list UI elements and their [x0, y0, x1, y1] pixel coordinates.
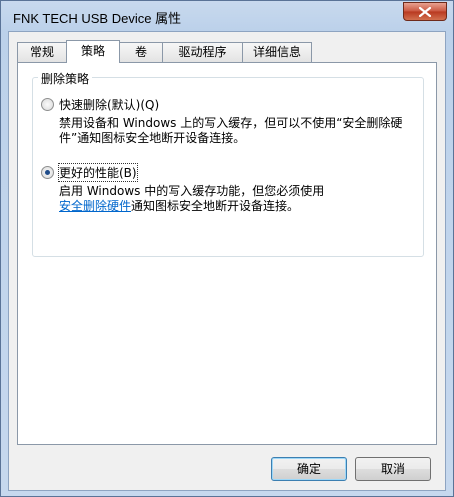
removal-policy-group: 删除策略 快速删除(默认)(Q) 禁用设备和 Windows 上的写入缓存，但可… [32, 70, 424, 257]
tab-details[interactable]: 详细信息 [242, 42, 312, 62]
properties-window: FNK TECH USB Device 属性 常规 策略 卷 驱动程序 详细信息… [0, 0, 454, 497]
policies-panel: 删除策略 快速删除(默认)(Q) 禁用设备和 Windows 上的写入缓存，但可… [17, 62, 437, 445]
better-performance-radio[interactable] [41, 166, 54, 179]
close-icon [419, 6, 431, 17]
better-performance-description: 启用 Windows 中的写入缓存功能，但您必须使用 安全删除硬件通知图标安全地… [59, 184, 419, 214]
performance-desc-text: 启用 Windows 中的写入缓存功能，但您必须使用 [59, 184, 325, 198]
quick-removal-description: 禁用设备和 Windows 上的写入缓存，但可以不使用“安全删除硬件”通知图标安… [59, 116, 403, 145]
better-performance-option[interactable]: 更好的性能(B) [41, 163, 138, 182]
title-bar[interactable]: FNK TECH USB Device 属性 [1, 1, 453, 31]
tab-volumes[interactable]: 卷 [119, 42, 163, 62]
quick-removal-radio[interactable] [41, 98, 54, 111]
safely-remove-hardware-link[interactable]: 安全删除硬件 [59, 199, 131, 213]
dialog-client: 常规 策略 卷 驱动程序 详细信息 删除策略 快速删除(默认)(Q) 禁用设备和… [8, 31, 446, 491]
group-title: 删除策略 [38, 70, 93, 87]
better-performance-label[interactable]: 更好的性能(B) [58, 163, 138, 182]
cancel-button[interactable]: 取消 [355, 457, 431, 481]
tab-driver[interactable]: 驱动程序 [162, 42, 243, 62]
performance-desc-tail: 通知图标安全地断开设备连接。 [131, 199, 300, 213]
window-title: FNK TECH USB Device 属性 [13, 11, 182, 26]
tab-policies[interactable]: 策略 [66, 40, 120, 63]
close-button[interactable] [403, 2, 447, 21]
ok-button[interactable]: 确定 [271, 457, 347, 481]
quick-removal-label[interactable]: 快速删除(默认)(Q) [59, 96, 159, 113]
tab-general[interactable]: 常规 [17, 42, 67, 62]
quick-removal-option[interactable]: 快速删除(默认)(Q) [41, 96, 159, 113]
